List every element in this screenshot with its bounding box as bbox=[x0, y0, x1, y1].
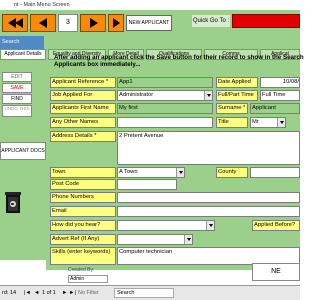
chevron-down-icon[interactable] bbox=[184, 235, 192, 244]
arrow-left-icon bbox=[39, 18, 47, 28]
first-name-field[interactable]: My first bbox=[117, 103, 213, 114]
other-names-label: Any Other Names bbox=[50, 117, 116, 128]
title-label: Title bbox=[216, 117, 248, 128]
quick-go-input[interactable] bbox=[232, 14, 300, 28]
applicant-reference-field[interactable]: App1 bbox=[117, 77, 213, 88]
record-label: rd: 14 bbox=[2, 290, 17, 296]
record-number: 3 bbox=[58, 14, 78, 32]
arrow-left-icon bbox=[15, 18, 23, 28]
first-record-button[interactable] bbox=[2, 14, 28, 32]
email-label: Email bbox=[50, 206, 116, 217]
other-names-field[interactable] bbox=[117, 117, 213, 128]
county-field[interactable] bbox=[250, 167, 300, 178]
tab-applicant-details[interactable]: Applicant Details bbox=[0, 49, 46, 60]
chevron-down-icon[interactable] bbox=[206, 221, 214, 230]
prev-record-nav-icon[interactable]: ◄ bbox=[34, 286, 39, 300]
job-applied-select[interactable]: Administrator bbox=[117, 90, 213, 101]
last-record-button[interactable] bbox=[108, 14, 124, 32]
title-value: Mr bbox=[252, 119, 259, 125]
post-code-label: Post Code bbox=[50, 179, 116, 190]
how-hear-label: How did you hear? bbox=[50, 220, 116, 231]
next-button[interactable]: NE bbox=[252, 263, 300, 281]
tab-search-applicants[interactable]: Search Applicants bbox=[0, 36, 44, 58]
town-value: A Town bbox=[119, 169, 138, 175]
full-part-time-field[interactable]: Full Time bbox=[260, 90, 300, 101]
surname-field[interactable]: Applicant bbox=[250, 103, 300, 114]
find-button[interactable]: FIND bbox=[2, 94, 32, 104]
email-field[interactable] bbox=[117, 206, 300, 217]
job-applied-value: Administrator bbox=[119, 92, 154, 98]
applied-before-label: Applied Before? bbox=[252, 220, 300, 231]
phone-label: Phone Numbers bbox=[50, 192, 116, 203]
search-input[interactable]: Search bbox=[114, 288, 174, 298]
instruction-annotation: After adding an applicant click the Save… bbox=[54, 54, 304, 68]
delete-bin-icon[interactable] bbox=[5, 192, 21, 213]
county-label: County bbox=[216, 167, 248, 178]
first-name-label: Applicants First Name bbox=[50, 103, 116, 114]
town-label: Town bbox=[50, 167, 116, 178]
job-applied-label: Job Applied For bbox=[50, 90, 116, 101]
record-position[interactable]: 1 of 1 bbox=[42, 286, 56, 300]
title-select[interactable]: Mr bbox=[250, 117, 286, 128]
chevron-down-icon[interactable] bbox=[204, 91, 212, 100]
record-navigation-bar: rd: 14 |◄ ◄ 1 of 1 ► ►| No Filter Search bbox=[0, 285, 300, 300]
address-label: Address Details * bbox=[50, 131, 116, 142]
phone-field[interactable] bbox=[117, 192, 300, 203]
surname-label: Surname * bbox=[216, 103, 248, 114]
first-record-nav-icon[interactable]: |◄ bbox=[24, 286, 31, 300]
previous-record-button[interactable] bbox=[30, 14, 56, 32]
applicant-reference-label: Applicant Reference * bbox=[50, 77, 116, 88]
next-record-button[interactable] bbox=[80, 14, 106, 32]
full-part-time-label: Full/Part Time bbox=[216, 90, 258, 101]
applicant-docs-button[interactable]: APPLICANT DOCS bbox=[0, 142, 46, 160]
created-by-field: Admin bbox=[68, 275, 108, 283]
address-field[interactable]: 2 Pretent Avenue bbox=[117, 131, 300, 165]
new-applicant-button[interactable]: NEW APPLICANT bbox=[126, 15, 172, 31]
arrow-right-icon bbox=[113, 18, 120, 28]
tab-bar bbox=[0, 36, 300, 49]
last-record-nav-icon[interactable]: ►| bbox=[69, 286, 76, 300]
quick-go-label: Quick Go To : bbox=[192, 15, 230, 27]
window-title: nt - Main Menu Screen bbox=[0, 0, 300, 10]
chevron-down-icon[interactable] bbox=[176, 168, 184, 177]
edit-button[interactable]: EDIT bbox=[2, 72, 32, 82]
date-applied-label: Date Applied bbox=[216, 77, 258, 88]
filter-status[interactable]: No Filter bbox=[78, 286, 99, 300]
date-applied-field[interactable]: 10/08/ bbox=[260, 77, 300, 88]
how-hear-select[interactable] bbox=[117, 220, 215, 231]
chevron-down-icon[interactable] bbox=[277, 118, 285, 127]
advert-ref-select[interactable] bbox=[117, 234, 193, 245]
next-record-nav-icon[interactable]: ► bbox=[62, 286, 67, 300]
save-button[interactable]: SAVE bbox=[2, 83, 32, 93]
advert-ref-label: Advert Ref (If Any) bbox=[50, 234, 116, 245]
skills-label: Skills (enter keywords) bbox=[50, 247, 116, 265]
arrow-right-icon bbox=[90, 18, 98, 28]
undo-button[interactable]: UNDO THIS bbox=[2, 105, 32, 117]
post-code-field[interactable] bbox=[117, 179, 177, 190]
town-select[interactable]: A Town bbox=[117, 167, 185, 178]
